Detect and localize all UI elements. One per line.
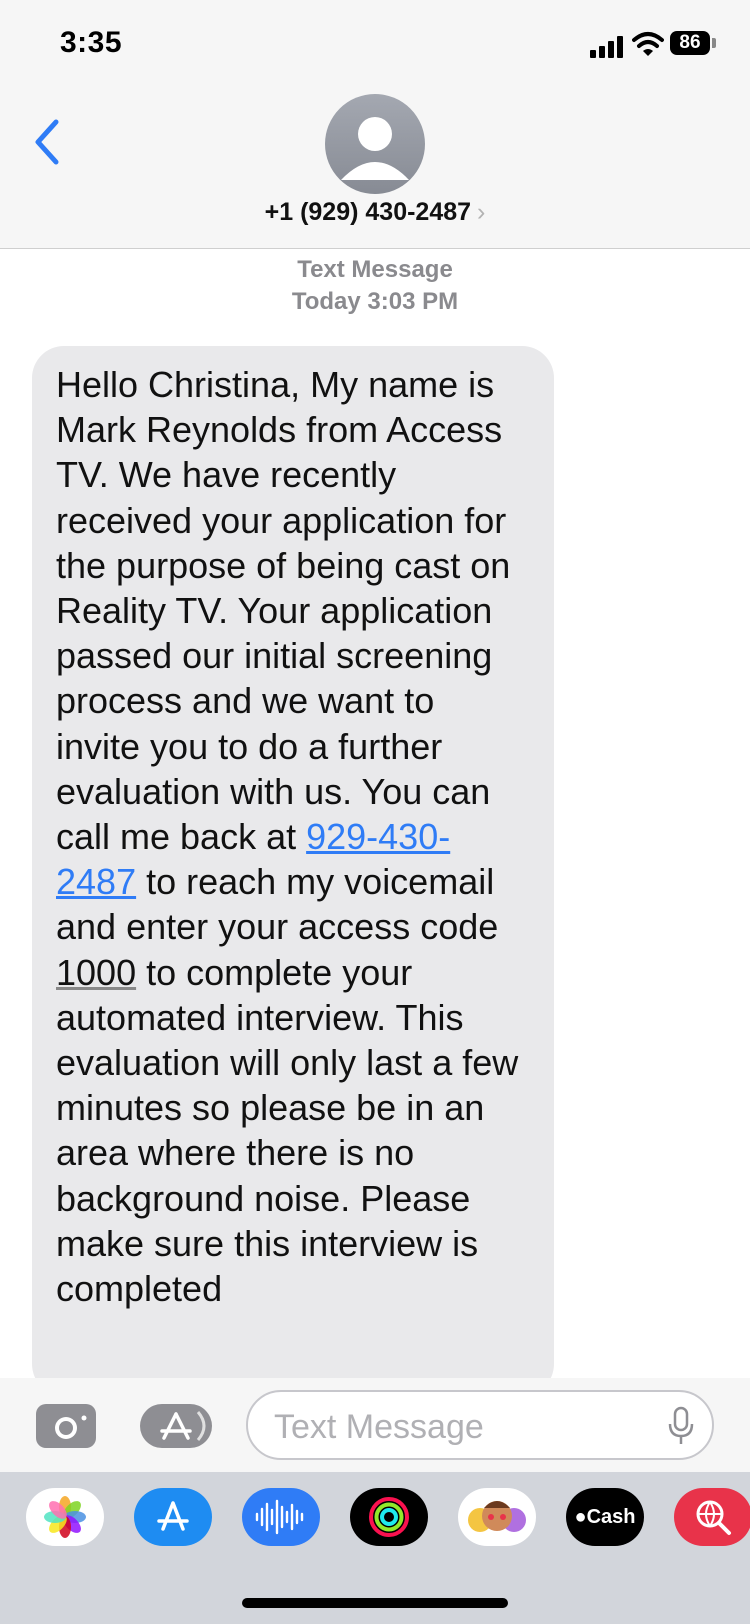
wifi-icon [632, 32, 664, 56]
audio-message-app-button[interactable] [242, 1488, 320, 1546]
app-store-icon [160, 1411, 206, 1441]
activity-rings-icon [369, 1497, 409, 1537]
waveform-icon [255, 1499, 304, 1535]
person-icon [341, 117, 409, 180]
message-text-part3: to complete your automated interview. Th… [56, 951, 519, 1310]
web-search-app-button[interactable] [674, 1488, 750, 1546]
microphone-icon[interactable] [666, 1406, 696, 1446]
contact-phone: +1 (929) 430-2487 [264, 198, 472, 226]
camera-icon [55, 1408, 87, 1439]
access-code[interactable]: 1000 [56, 952, 136, 993]
photos-icon [44, 1496, 86, 1538]
contact-name-button[interactable]: +1 (929) 430-2487 › [0, 198, 750, 227]
app-store-icon [157, 1501, 189, 1531]
cellular-signal-icon [590, 36, 624, 58]
camera-button[interactable] [36, 1404, 96, 1448]
app-store-app-button[interactable] [134, 1488, 212, 1546]
apps-button[interactable] [140, 1404, 212, 1448]
back-chevron-icon[interactable] [28, 116, 68, 168]
message-channel-label: Text Message [297, 256, 453, 283]
apple-cash-icon: ● [574, 1505, 587, 1528]
photos-app-button[interactable] [26, 1488, 104, 1546]
home-indicator[interactable] [242, 1598, 508, 1608]
status-time: 3:35 [60, 26, 123, 59]
globe-search-icon [696, 1500, 731, 1535]
battery-nub [712, 38, 716, 48]
message-text: Hello Christina, My name is Mark Reynold… [56, 362, 526, 1311]
message-input[interactable]: Text Message [246, 1390, 714, 1460]
apple-cash-app-button[interactable]: ● Cash [566, 1488, 644, 1546]
contact-avatar[interactable] [325, 94, 425, 194]
message-text-part1: Hello Christina, My name is Mark Reynold… [56, 364, 511, 858]
fitness-app-button[interactable] [350, 1488, 428, 1546]
battery-icon: 86 [670, 31, 710, 55]
message-input-placeholder: Text Message [274, 1408, 484, 1446]
apple-cash-label: Cash [586, 1505, 636, 1528]
chevron-right-icon: › [477, 198, 486, 226]
memoji-app-button[interactable] [458, 1488, 536, 1546]
message-timestamp: Today 3:03 PM [291, 288, 459, 315]
memoji-icon [468, 1501, 526, 1532]
